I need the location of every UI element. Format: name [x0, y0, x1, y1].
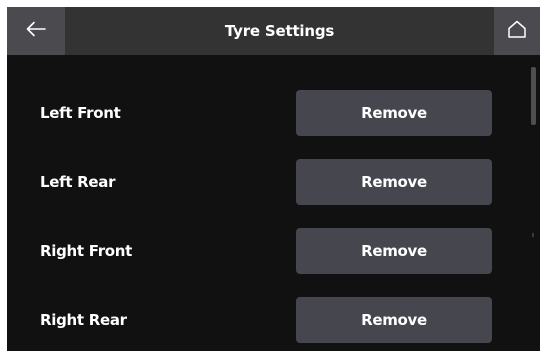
row-label-left-front: Left Front: [40, 104, 121, 122]
settings-row-left-rear: Left Rear Remove: [7, 158, 507, 206]
arrow-left-icon: [26, 21, 46, 41]
tyre-settings-list: Left Front Remove Left Rear Remove Right…: [7, 55, 540, 351]
scrollbar-thumb[interactable]: [531, 67, 536, 125]
remove-button-left-front[interactable]: Remove: [296, 90, 492, 136]
scrollbar[interactable]: [527, 61, 539, 303]
tyre-settings-screen: Tyre Settings Left Front Remove Left Rea…: [7, 7, 540, 351]
remove-button-right-front[interactable]: Remove: [296, 228, 492, 274]
home-button[interactable]: [494, 7, 540, 55]
settings-row-right-front: Right Front Remove: [7, 227, 507, 275]
settings-row-left-front: Left Front Remove: [7, 89, 507, 137]
remove-button-right-rear[interactable]: Remove: [296, 297, 492, 343]
row-label-left-rear: Left Rear: [40, 173, 116, 191]
row-label-right-front: Right Front: [40, 242, 133, 260]
settings-row-right-rear: Right Rear Remove: [7, 296, 507, 344]
page-title: Tyre Settings: [224, 22, 335, 40]
header-bar: Tyre Settings: [7, 7, 540, 55]
remove-button-left-rear[interactable]: Remove: [296, 159, 492, 205]
home-icon: [507, 20, 527, 42]
back-button[interactable]: [7, 7, 65, 55]
row-label-right-rear: Right Rear: [40, 311, 127, 329]
scrollbar-marker: [532, 233, 534, 237]
